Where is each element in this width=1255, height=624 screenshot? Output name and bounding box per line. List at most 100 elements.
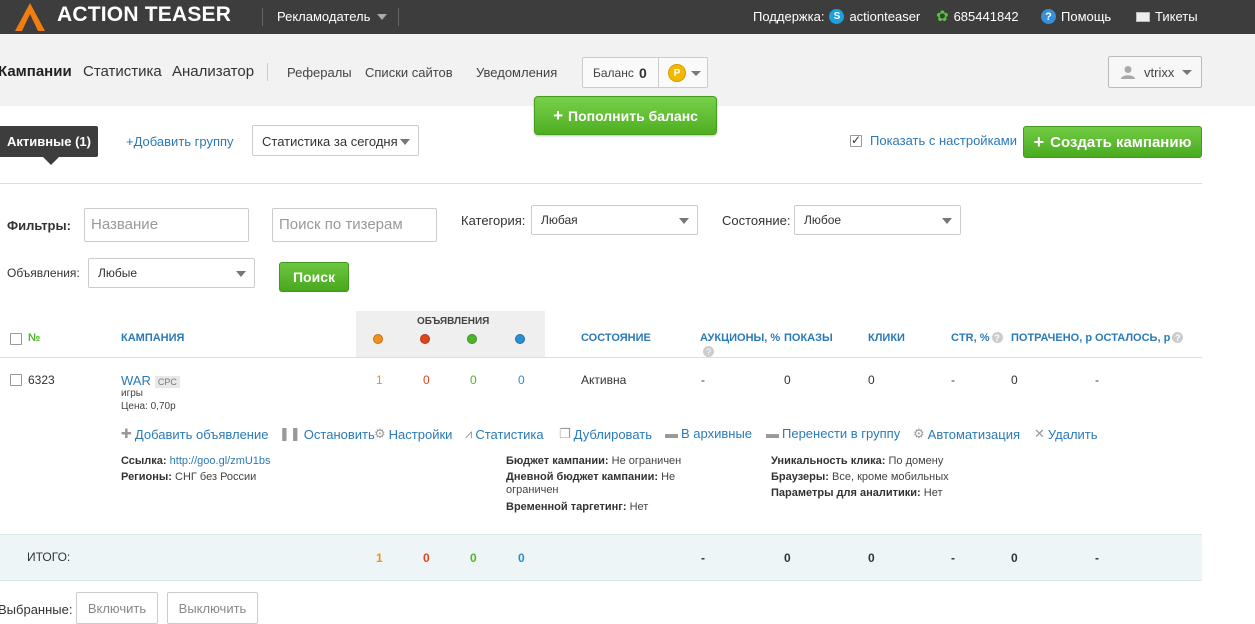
campaign-shows: 0	[784, 373, 791, 387]
disable-button[interactable]: Выключить	[167, 592, 258, 624]
automation-action[interactable]: ⚙ Автоматизация	[913, 426, 1020, 442]
col-left[interactable]: ОСТАЛОСЬ, р?	[1095, 332, 1184, 344]
category-select[interactable]: Любая	[531, 205, 698, 235]
ads-filter-value: Любые	[98, 266, 138, 280]
analytics-value: Нет	[923, 487, 943, 499]
teaser-search-input[interactable]: Поиск по тизерам	[272, 208, 437, 242]
search-button[interactable]: Поиск	[279, 262, 349, 292]
chevron-down-icon[interactable]	[691, 71, 701, 76]
nav-campaigns[interactable]: Кампании	[0, 63, 72, 80]
col-shows[interactable]: ПОКАЗЫ	[784, 332, 833, 344]
show-settings-label[interactable]: Показать с настройками	[870, 133, 1017, 148]
campaign-info-right: Уникальность клика: По домену Браузеры: …	[771, 453, 949, 501]
ads-count-green[interactable]: 0	[470, 373, 477, 387]
budget-label: Бюджет кампании:	[506, 455, 609, 467]
nav-referrals[interactable]: Рефералы	[287, 65, 352, 80]
brand-logo[interactable]	[14, 0, 46, 34]
statistics-action[interactable]: ⩘ Статистика	[465, 426, 544, 442]
select-all-checkbox[interactable]	[10, 333, 22, 345]
col-ctr-label: CTR, %	[951, 332, 990, 344]
delete-action[interactable]: ✕ Удалить	[1034, 426, 1098, 442]
enable-button[interactable]: Включить	[76, 592, 158, 624]
create-campaign-button[interactable]: + Создать кампанию	[1023, 126, 1202, 158]
show-settings-toggle[interactable]: Показать с настройками	[850, 133, 1017, 148]
ads-count-red[interactable]: 0	[423, 373, 430, 387]
col-campaign[interactable]: КАМПАНИЯ	[121, 332, 184, 344]
user-menu[interactable]: vtrixx	[1108, 56, 1202, 88]
logo-icon	[15, 3, 45, 31]
name-filter-input[interactable]: Название	[84, 208, 249, 242]
support-skype[interactable]: Поддержка: S actionteaser	[753, 9, 920, 24]
show-settings-checkbox[interactable]	[850, 133, 862, 147]
col-spent[interactable]: ПОТРАЧЕНО, р	[1011, 332, 1092, 344]
nav-statistics[interactable]: Статистика	[83, 63, 162, 80]
help-link[interactable]: ? Помощь	[1041, 9, 1111, 24]
plus-icon: +	[1033, 131, 1045, 152]
help-icon[interactable]: ?	[1172, 332, 1184, 343]
state-select[interactable]: Любое	[794, 205, 961, 235]
archive-label: В архивные	[681, 426, 753, 441]
campaign-link[interactable]: http://goo.gl/zmU1bs	[170, 455, 271, 467]
campaign-price: Цена: 0,70р	[121, 401, 176, 412]
col-clicks[interactable]: КЛИКИ	[868, 332, 905, 344]
archive-action[interactable]: ▬ В архивные	[665, 426, 752, 441]
support-icq[interactable]: ✿ 685441842	[936, 9, 1019, 24]
col-ctr[interactable]: CTR, %?	[951, 332, 1003, 344]
settings-action[interactable]: ⚙ Настройки	[374, 426, 452, 442]
campaign-info-middle: Бюджет кампании: Не ограничен Дневной бю…	[506, 453, 716, 515]
ads-count-blue[interactable]: 0	[518, 373, 525, 387]
chevron-down-icon[interactable]	[377, 14, 387, 20]
campaign-left: -	[1095, 373, 1099, 387]
gear-icon: ⚙	[374, 426, 386, 441]
row-checkbox[interactable]	[10, 374, 22, 386]
total-left: -	[1095, 551, 1099, 565]
campaign-name-cell: WAR CPC	[121, 373, 180, 388]
role-selector[interactable]: Рекламодатель	[277, 9, 370, 24]
time-targeting-value: Нет	[629, 501, 649, 513]
tickets-link[interactable]: Тикеты	[1136, 9, 1198, 24]
balance-value: 0	[639, 65, 647, 81]
total-spent: 0	[1011, 551, 1018, 565]
top-up-label: Пополнить баланс	[568, 107, 698, 124]
top-up-balance-button[interactable]: + Пополнить баланс	[534, 96, 717, 135]
move-to-group-action[interactable]: ▬ Перенести в группу	[766, 426, 900, 441]
col-state[interactable]: СОСТОЯНИЕ	[581, 332, 651, 344]
ads-filter-select[interactable]: Любые	[88, 258, 255, 288]
add-ad-action[interactable]: ✚ Добавить объявление	[121, 426, 268, 442]
move-to-group-label: Перенести в группу	[782, 426, 901, 441]
stop-action[interactable]: ❚❚ Остановить	[279, 426, 375, 442]
skype-handle[interactable]: actionteaser	[849, 9, 920, 24]
selected-label: Выбранные:	[0, 602, 73, 617]
coin-icon[interactable]: Р	[668, 64, 686, 82]
balance-widget[interactable]: Баланс 0 Р	[582, 57, 708, 88]
nav-site-lists[interactable]: Списки сайтов	[365, 65, 453, 80]
support-label: Поддержка:	[753, 9, 825, 24]
category-label: Категория:	[461, 213, 526, 228]
stats-period-select[interactable]: Статистика за сегодня	[252, 125, 419, 156]
add-group-link[interactable]: +Добавить группу	[126, 134, 234, 149]
help-icon[interactable]: ?	[703, 346, 714, 357]
tickets-label[interactable]: Тикеты	[1155, 9, 1198, 24]
ads-count-orange[interactable]: 1	[376, 373, 383, 387]
chart-icon: ⩘	[465, 426, 473, 441]
help-label[interactable]: Помощь	[1061, 9, 1111, 24]
campaign-category: игры	[121, 388, 143, 399]
state-value: Любое	[804, 213, 842, 227]
nav-notifications[interactable]: Уведомления	[476, 65, 557, 80]
category-value: Любая	[541, 213, 578, 227]
ads-header: ОБЪЯВЛЕНИЯ	[417, 316, 490, 327]
col-number[interactable]: №	[28, 332, 40, 344]
ads-red-dot-icon	[420, 334, 430, 344]
duplicate-action[interactable]: ❐ Дублировать	[559, 426, 652, 442]
total-clicks: 0	[868, 551, 875, 565]
nav-analyzer[interactable]: Анализатор	[172, 63, 254, 80]
username: vtrixx	[1144, 65, 1175, 80]
help-icon[interactable]: ?	[991, 332, 1003, 343]
icq-number[interactable]: 685441842	[954, 9, 1019, 24]
ads-green-dot-icon	[467, 334, 477, 344]
balance-label: Баланс	[593, 66, 634, 80]
col-auctions[interactable]: АУКЦИОНЫ, %	[700, 332, 780, 344]
stop-label: Остановить	[303, 426, 375, 442]
campaign-name-link[interactable]: WAR	[121, 373, 151, 388]
tab-active-campaigns[interactable]: Активные (1)	[0, 126, 98, 157]
